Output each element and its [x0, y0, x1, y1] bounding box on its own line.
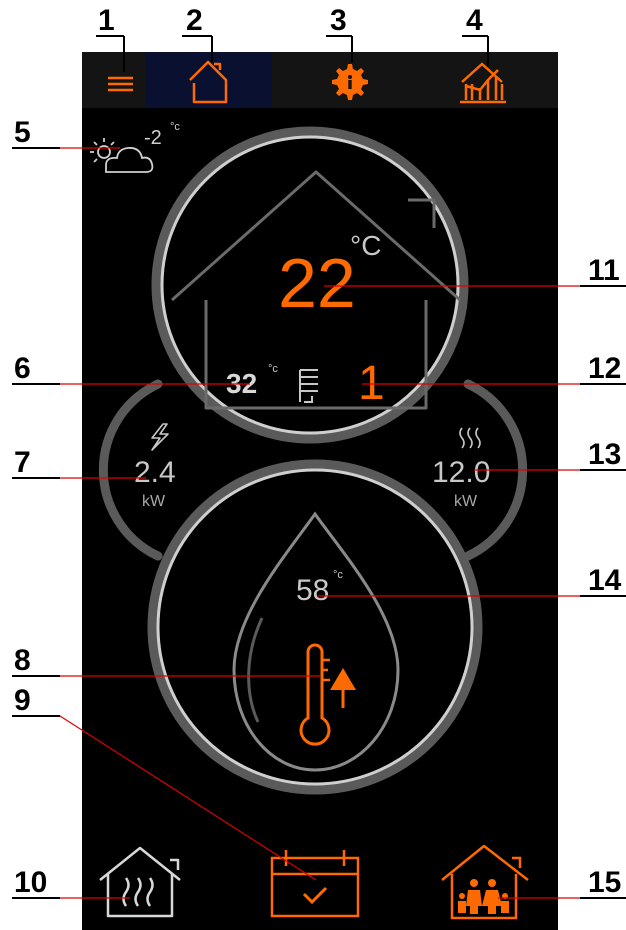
callout-12: 12 — [588, 352, 622, 385]
power-unit: kW — [142, 493, 166, 510]
callout-14: 14 — [588, 564, 622, 597]
callout-3: 3 — [330, 4, 347, 37]
callout-11: 11 — [588, 254, 620, 287]
callout-5: 5 — [14, 116, 31, 149]
heating-mode-button[interactable] — [96, 846, 186, 922]
hot-water-temperature: 58 — [296, 574, 330, 607]
heat-waves-icon — [459, 427, 481, 449]
tab-home[interactable] — [150, 56, 266, 104]
heat-output-value: 12.0 — [432, 456, 491, 489]
callout-10: 10 — [14, 866, 48, 899]
annotated-screenshot: -2 °c 22 °C 32 °c 1 2.4 kW 12.0 kW 58 °c — [0, 0, 626, 930]
app-graphics — [90, 56, 538, 924]
room-temperature: 22 — [278, 244, 356, 322]
outdoor-temperature-unit: °c — [170, 121, 180, 133]
power-value: 2.4 — [134, 456, 176, 489]
outdoor-temperature: -2 — [144, 127, 162, 149]
heating-circuit-number: 1 — [358, 357, 385, 410]
callout-15: 15 — [588, 866, 622, 899]
heat-output-unit: kW — [454, 493, 478, 510]
callout-8: 8 — [14, 644, 31, 677]
hot-water-dial[interactable] — [147, 459, 483, 795]
menu-button[interactable] — [98, 62, 144, 102]
callout-1: 1 — [98, 4, 115, 37]
supply-temperature: 32 — [226, 368, 258, 399]
room-temperature-unit: °C — [350, 230, 382, 261]
callout-6: 6 — [14, 352, 31, 385]
callout-7: 7 — [14, 446, 31, 479]
lightning-icon — [151, 423, 169, 451]
schedule-button[interactable] — [264, 846, 364, 922]
callout-2: 2 — [186, 4, 203, 37]
callout-9: 9 — [14, 684, 31, 717]
tab-settings-info[interactable] — [322, 58, 374, 104]
callout-4: 4 — [466, 4, 483, 37]
hot-water-temperature-unit: °c — [333, 569, 343, 581]
family-mode-button[interactable] — [438, 844, 538, 924]
supply-temperature-unit: °c — [268, 363, 278, 375]
tab-statistics[interactable] — [456, 56, 512, 104]
callout-13: 13 — [588, 438, 622, 471]
